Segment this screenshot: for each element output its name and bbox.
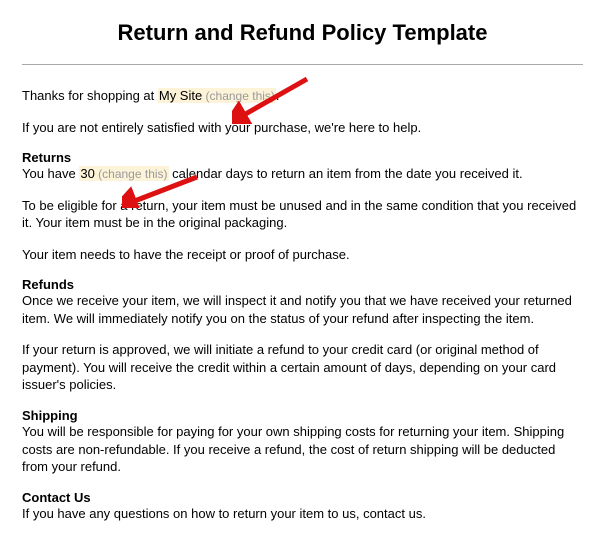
returns-line3: Your item needs to have the receipt or p… [22,246,583,264]
divider [22,64,583,65]
refunds-line2: If your return is approved, we will init… [22,341,583,394]
site-name-highlight: My Site (change this) [158,88,276,103]
returns-line1: You have 30 (change this) calendar days … [22,165,583,183]
returns-heading: Returns [22,150,583,165]
days-highlight: 30 (change this) [79,166,168,181]
refunds-line1: Once we receive your item, we will inspe… [22,292,583,327]
refunds-heading: Refunds [22,277,583,292]
change-hint: (change this) [95,167,168,181]
change-hint: (change this) [202,89,275,103]
returns-prefix: You have [22,166,79,181]
returns-line2: To be eligible for a return, your item m… [22,197,583,232]
intro-suffix: . [276,88,280,103]
satisfaction-paragraph: If you are not entirely satisfied with y… [22,119,583,137]
page-title: Return and Refund Policy Template [22,20,583,46]
contact-heading: Contact Us [22,490,583,505]
shipping-heading: Shipping [22,408,583,423]
intro-prefix: Thanks for shopping at [22,88,158,103]
site-name: My Site [159,88,202,103]
days-value: 30 [80,166,94,181]
intro-paragraph: Thanks for shopping at My Site (change t… [22,87,583,105]
shipping-line1: You will be responsible for paying for y… [22,423,583,476]
returns-suffix: calendar days to return an item from the… [169,166,523,181]
contact-line1: If you have any questions on how to retu… [22,505,583,523]
